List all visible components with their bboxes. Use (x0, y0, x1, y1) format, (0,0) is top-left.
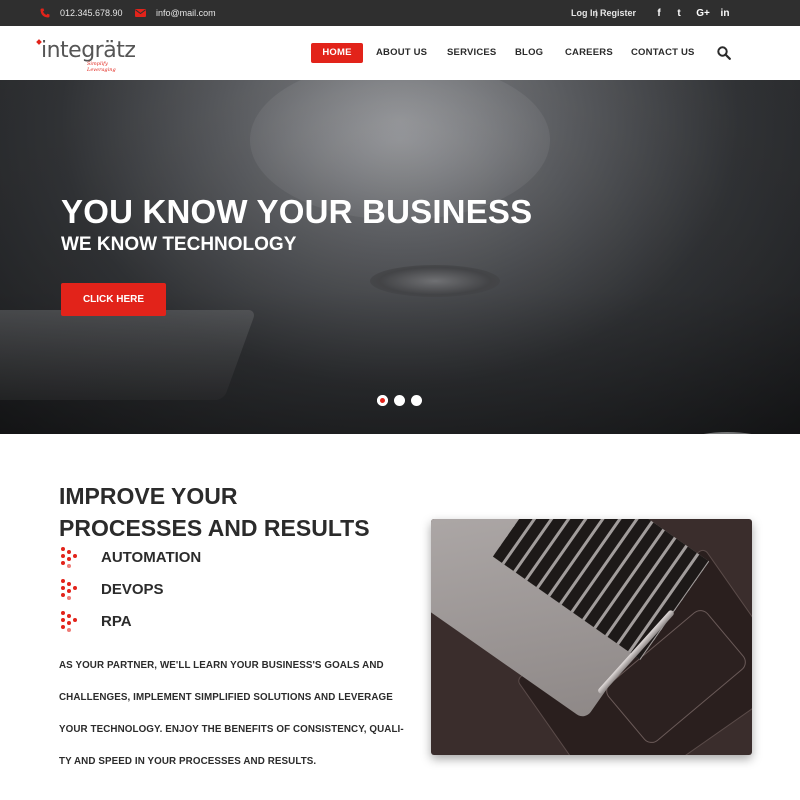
facebook-icon[interactable]: f (652, 0, 666, 26)
nav-item-services[interactable]: SERVICES (447, 43, 496, 63)
dots-arrow-icon (59, 546, 81, 568)
dots-arrow-icon (59, 610, 81, 632)
click-here-button[interactable]: CLICK HERE (61, 283, 166, 316)
main-nav: integrätz Simplify Leveraging HOME ABOUT… (0, 26, 800, 80)
feature-automation: AUTOMATION (59, 545, 201, 569)
section-paragraph: AS YOUR PARTNER, WE'LL LEARN YOUR BUSINE… (59, 650, 404, 778)
phone-number[interactable]: 012.345.678.90 (60, 0, 123, 26)
feature-rpa: RPA (59, 609, 132, 633)
feature-label: DEVOPS (101, 580, 164, 598)
slider-dot-1[interactable] (377, 395, 388, 406)
section-title-line-1: IMPROVE YOUR (59, 483, 238, 509)
google-plus-icon[interactable]: G+ (695, 0, 711, 26)
hero-title: YOU KNOW YOUR BUSINESS (61, 193, 533, 230)
nav-item-home[interactable]: HOME (311, 43, 363, 63)
feature-label: AUTOMATION (101, 548, 202, 566)
paragraph-line: TY AND SPEED IN YOUR PROCESSES AND RESUL… (59, 756, 317, 767)
section-title: IMPROVE YOUR PROCESSES AND RESULTS (59, 480, 370, 544)
feature-devops: DEVOPS (59, 577, 164, 601)
slider-dot-2[interactable] (394, 395, 405, 406)
nav-item-about-us[interactable]: ABOUT US (376, 43, 427, 63)
paragraph-line: CHALLENGES, IMPLEMENT SIMPLIFIED SOLUTIO… (59, 692, 393, 703)
paragraph-line: AS YOUR PARTNER, WE'LL LEARN YOUR BUSINE… (59, 660, 384, 671)
hero-slider: YOU KNOW YOUR BUSINESS WE KNOW TECHNOLOG… (0, 80, 800, 434)
slider-dot-3[interactable] (411, 395, 422, 406)
brand-name: integrätz (41, 38, 136, 63)
nav-item-contact-us[interactable]: CONTACT US (631, 43, 695, 63)
top-bar: 012.345.678.90 info@mail.com Log In | Re… (0, 0, 800, 26)
feature-label: RPA (101, 612, 132, 630)
dots-arrow-icon (59, 578, 81, 600)
nav-item-blog[interactable]: BLOG (515, 43, 543, 63)
phone-icon (40, 0, 50, 26)
search-icon[interactable] (717, 46, 731, 60)
paragraph-line: YOUR TECHNOLOGY. ENJOY THE BENEFITS OF C… (59, 724, 404, 735)
brand-tagline: Simplify Leveraging (87, 61, 116, 73)
hero-subtitle: WE KNOW TECHNOLOGY (61, 234, 297, 255)
email-address[interactable]: info@mail.com (156, 0, 216, 26)
nav-item-careers[interactable]: CAREERS (565, 43, 613, 63)
login-register-separator: | (595, 8, 598, 18)
brand-logo[interactable]: integrätz Simplify Leveraging (36, 38, 136, 73)
workspace-photo (431, 519, 752, 755)
login-link[interactable]: Log In (571, 0, 598, 26)
section-title-line-2: PROCESSES AND RESULTS (59, 515, 370, 541)
mail-icon (135, 0, 146, 26)
twitter-icon[interactable]: t (672, 0, 686, 26)
linkedin-icon[interactable]: in (718, 0, 732, 26)
register-link[interactable]: Register (600, 0, 636, 26)
slider-pagination (377, 395, 422, 406)
